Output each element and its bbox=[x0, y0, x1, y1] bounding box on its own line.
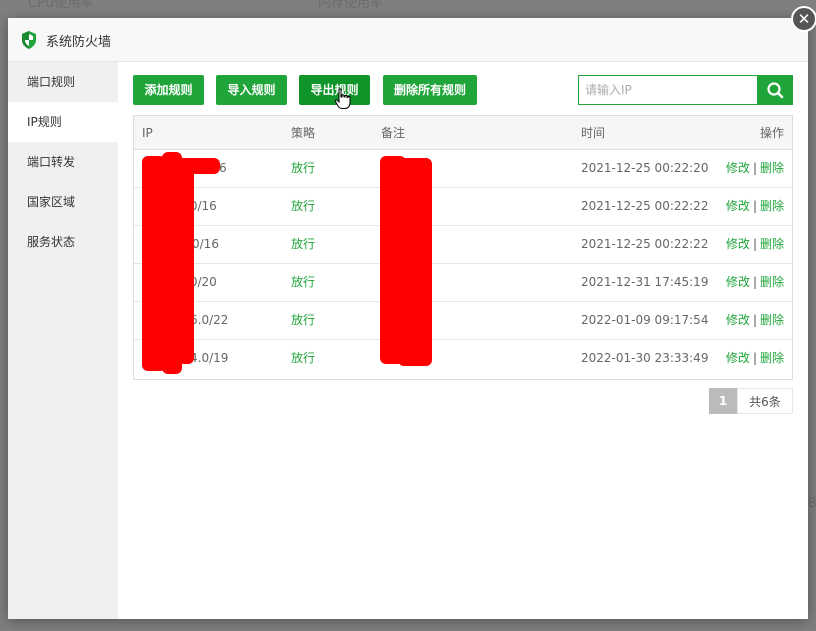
delete-link[interactable]: 删除 bbox=[760, 351, 784, 365]
header-action: 操作 bbox=[759, 126, 784, 140]
cell-actions: 修改 | 删除 bbox=[726, 150, 784, 187]
sidebar-item-ip-rules[interactable]: IP规则 bbox=[8, 102, 118, 142]
cell-policy: 放行 bbox=[291, 161, 316, 175]
sidebar-item-port-forward[interactable]: 端口转发 bbox=[8, 142, 118, 182]
cell-ip: 4.0/19 bbox=[190, 351, 229, 365]
table-row: 4.0/19 放行 2022-01-30 23:33:49 修改 | 删除 bbox=[134, 340, 792, 378]
action-separator: | bbox=[752, 199, 757, 213]
table-row: .0/20 放行 2021-12-31 17:45:19 修改 | 删除 bbox=[134, 264, 792, 302]
table-row: 6 放行 2021-12-25 00:22:20 修改 | 删除 bbox=[134, 150, 792, 188]
action-separator: | bbox=[752, 237, 757, 251]
delete-all-rules-button[interactable]: 删除所有规则 bbox=[383, 75, 477, 105]
header-note: 备注 bbox=[381, 126, 406, 140]
delete-link[interactable]: 删除 bbox=[760, 237, 784, 251]
delete-link[interactable]: 删除 bbox=[760, 313, 784, 327]
search-input[interactable] bbox=[585, 77, 755, 103]
ip-rules-table: IP 策略 备注 时间 操作 6 放行 2021-12-25 00:22:20 … bbox=[133, 115, 793, 380]
edit-link[interactable]: 修改 bbox=[726, 275, 750, 289]
cell-actions: 修改 | 删除 bbox=[726, 264, 784, 301]
edit-link[interactable]: 修改 bbox=[726, 237, 750, 251]
cell-ip: 6 bbox=[219, 161, 227, 175]
search-button[interactable] bbox=[758, 75, 793, 105]
cell-actions: 修改 | 删除 bbox=[726, 226, 784, 263]
edit-link[interactable]: 修改 bbox=[726, 199, 750, 213]
cell-actions: 修改 | 删除 bbox=[726, 302, 784, 339]
add-rule-button[interactable]: 添加规则 bbox=[133, 75, 204, 105]
edit-link[interactable]: 修改 bbox=[726, 351, 750, 365]
search-box bbox=[578, 75, 758, 105]
action-separator: | bbox=[752, 161, 757, 175]
cell-time: 2021-12-25 00:22:22 bbox=[581, 237, 709, 251]
header-time: 时间 bbox=[581, 126, 606, 140]
action-separator: | bbox=[752, 351, 757, 365]
ip-redaction-mark bbox=[178, 164, 194, 364]
table-row: 6.0/22 放行 2022-01-09 09:17:54 修改 | 删除 bbox=[134, 302, 792, 340]
cell-policy: 放行 bbox=[291, 199, 316, 213]
hand-cursor-icon bbox=[334, 88, 351, 109]
sidebar-item-country-region[interactable]: 国家区域 bbox=[8, 182, 118, 222]
table-header: IP 策略 备注 时间 操作 bbox=[134, 116, 792, 150]
cell-policy: 放行 bbox=[291, 313, 316, 327]
delete-link[interactable]: 删除 bbox=[760, 161, 784, 175]
header-ip: IP bbox=[142, 126, 153, 140]
dialog-title: 系统防火墙 bbox=[46, 35, 112, 50]
cell-time: 2021-12-25 00:22:20 bbox=[581, 161, 709, 175]
cell-time: 2022-01-09 09:17:54 bbox=[581, 313, 709, 327]
cell-ip: 0/16 bbox=[192, 237, 219, 251]
cell-time: 2021-12-25 00:22:22 bbox=[581, 199, 709, 213]
cell-policy: 放行 bbox=[291, 351, 316, 365]
cell-actions: 修改 | 删除 bbox=[726, 188, 784, 225]
cell-policy: 放行 bbox=[291, 275, 316, 289]
page-total: 共6条 bbox=[737, 388, 793, 414]
delete-link[interactable]: 删除 bbox=[760, 199, 784, 213]
page-current[interactable]: 1 bbox=[709, 388, 737, 414]
bg-memory-label: 内存使用率 bbox=[318, 0, 384, 11]
note-redaction-mark bbox=[398, 158, 432, 366]
table-row: .0/16 放行 2021-12-25 00:22:22 修改 | 删除 bbox=[134, 188, 792, 226]
cell-time: 2022-01-30 23:33:49 bbox=[581, 351, 709, 365]
search-icon bbox=[767, 82, 784, 99]
edit-link[interactable]: 修改 bbox=[726, 313, 750, 327]
header-policy: 策略 bbox=[291, 126, 316, 140]
close-icon[interactable]: ✕ bbox=[791, 6, 816, 32]
shield-icon bbox=[22, 31, 36, 49]
firewall-dialog: 系统防火墙 ✕ 端口规则 IP规则 端口转发 国家区域 服务状态 添加规则 导入… bbox=[8, 6, 816, 619]
dialog-header: 系统防火墙 bbox=[8, 18, 808, 62]
delete-link[interactable]: 删除 bbox=[760, 275, 784, 289]
sidebar-item-port-rules[interactable]: 端口规则 bbox=[8, 62, 118, 102]
edit-link[interactable]: 修改 bbox=[726, 161, 750, 175]
sidebar: 端口规则 IP规则 端口转发 国家区域 服务状态 bbox=[8, 62, 118, 619]
action-separator: | bbox=[752, 313, 757, 327]
table-row: 0/16 放行 2021-12-25 00:22:22 修改 | 删除 bbox=[134, 226, 792, 264]
sidebar-item-service-status[interactable]: 服务状态 bbox=[8, 222, 118, 262]
bg-cpu-label: CPU使用率 bbox=[28, 0, 94, 11]
cell-time: 2021-12-31 17:45:19 bbox=[581, 275, 709, 289]
cell-policy: 放行 bbox=[291, 237, 316, 251]
cell-ip: 6.0/22 bbox=[190, 313, 229, 327]
import-rules-button[interactable]: 导入规则 bbox=[216, 75, 287, 105]
bg-side-label: B bbox=[808, 496, 816, 511]
action-separator: | bbox=[752, 275, 757, 289]
cell-actions: 修改 | 删除 bbox=[726, 340, 784, 377]
